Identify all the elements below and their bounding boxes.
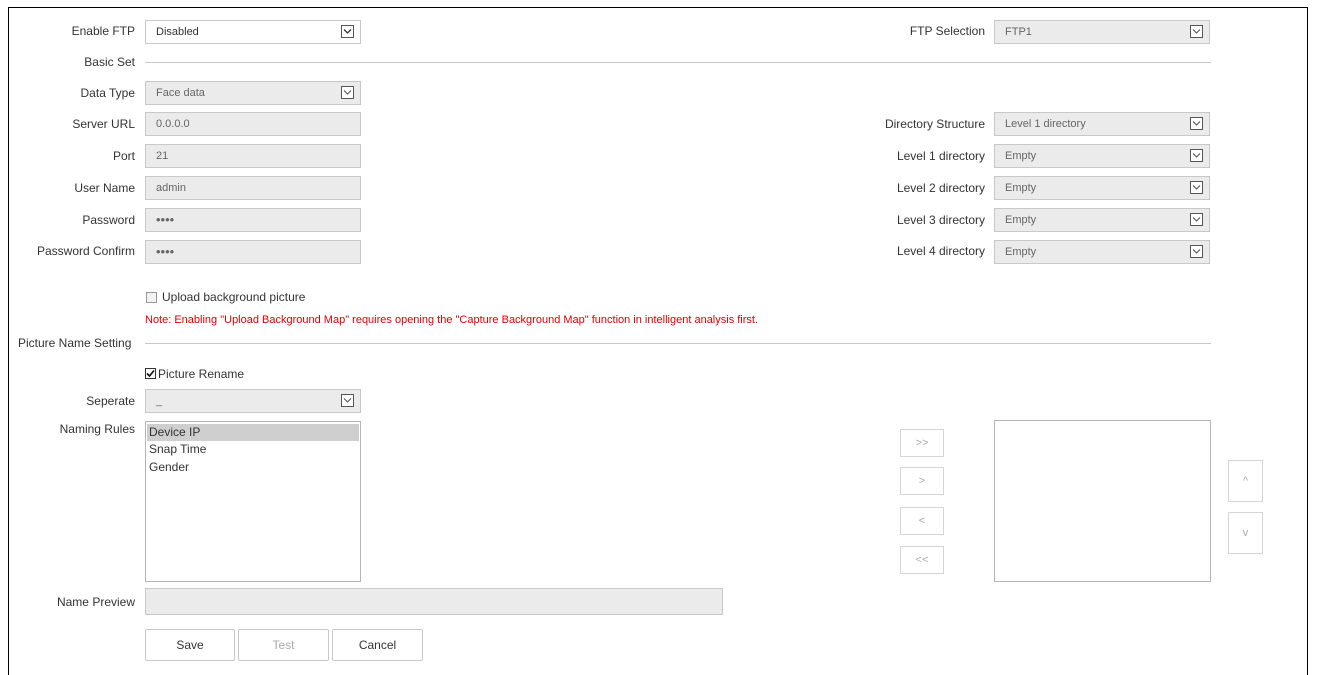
level4-directory-select[interactable]: Empty [994, 240, 1210, 264]
level2-directory-label: Level 2 directory [896, 181, 985, 195]
basic-set-divider [145, 62, 1211, 63]
data-type-value: Face data [156, 87, 205, 99]
name-preview-field [145, 588, 723, 615]
chevron-down-icon [341, 25, 354, 38]
naming-rule-item[interactable]: Device IP [147, 424, 359, 441]
naming-rules-label: Naming Rules [59, 422, 135, 436]
level1-directory-select[interactable]: Empty [994, 144, 1210, 168]
background-map-note: Note: Enabling "Upload Background Map" r… [145, 314, 759, 326]
server-url-label: Server URL [72, 117, 135, 131]
level4-directory-label: Level 4 directory [896, 244, 985, 258]
picture-name-divider [145, 343, 1211, 344]
picture-name-setting-title: Picture Name Setting [18, 336, 132, 350]
move-down-button[interactable]: v [1228, 512, 1263, 554]
upload-background-label: Upload background picture [162, 290, 306, 304]
port-label: Port [112, 149, 135, 163]
cancel-button[interactable]: Cancel [332, 629, 423, 661]
user-name-value: admin [156, 182, 186, 194]
password-confirm-value: •••• [156, 244, 175, 259]
server-url-value: 0.0.0.0 [156, 118, 190, 130]
chevron-down-icon [1190, 213, 1203, 226]
user-name-label: User Name [74, 181, 135, 195]
server-url-input[interactable]: 0.0.0.0 [145, 112, 361, 136]
level3-directory-value: Empty [1005, 214, 1037, 226]
move-up-button[interactable]: ^ [1228, 460, 1263, 502]
level1-directory-value: Empty [1005, 150, 1037, 162]
level2-directory-value: Empty [1005, 182, 1037, 194]
password-label: Password [82, 213, 135, 227]
remove-button[interactable]: < [900, 507, 944, 535]
port-value: 21 [156, 150, 169, 162]
picture-rename-checkbox[interactable] [145, 368, 156, 379]
chevron-down-icon [1190, 245, 1203, 258]
chevron-down-icon [1190, 25, 1203, 38]
password-confirm-input[interactable]: •••• [145, 240, 361, 264]
naming-rules-list[interactable]: Device IP Snap Time Gender [145, 421, 361, 582]
selected-rules-list[interactable] [994, 420, 1211, 582]
check-icon [146, 369, 155, 378]
enable-ftp-select[interactable]: Disabled [145, 20, 361, 44]
password-value: •••• [156, 212, 175, 227]
password-confirm-label: Password Confirm [36, 244, 135, 258]
user-name-input[interactable]: admin [145, 176, 361, 200]
basic-set-title: Basic Set [84, 55, 135, 69]
directory-structure-label: Directory Structure [884, 117, 985, 131]
add-all-button[interactable]: >> [900, 429, 944, 457]
data-type-label: Data Type [80, 86, 135, 100]
test-button[interactable]: Test [238, 629, 329, 661]
ftp-selection-value: FTP1 [1005, 26, 1032, 38]
chevron-down-icon [1190, 117, 1203, 130]
password-input[interactable]: •••• [145, 208, 361, 232]
level1-directory-label: Level 1 directory [896, 149, 985, 163]
chevron-down-icon [1190, 181, 1203, 194]
port-input[interactable]: 21 [145, 144, 361, 168]
enable-ftp-value: Disabled [156, 26, 199, 38]
data-type-select[interactable]: Face data [145, 81, 361, 105]
level4-directory-value: Empty [1005, 246, 1037, 258]
ftp-selection-label: FTP Selection [909, 24, 985, 38]
chevron-down-icon [1190, 149, 1203, 162]
separate-label: Seperate [86, 394, 135, 408]
remove-all-button[interactable]: << [900, 546, 944, 574]
directory-structure-value: Level 1 directory [1005, 118, 1086, 130]
level3-directory-label: Level 3 directory [896, 213, 985, 227]
naming-rule-item[interactable]: Snap Time [147, 441, 359, 458]
upload-background-checkbox[interactable] [146, 292, 157, 303]
naming-rule-item[interactable]: Gender [147, 459, 359, 476]
add-button[interactable]: > [900, 467, 944, 495]
level3-directory-select[interactable]: Empty [994, 208, 1210, 232]
chevron-down-icon [341, 86, 354, 99]
enable-ftp-label: Enable FTP [71, 24, 135, 38]
picture-rename-label: Picture Rename [158, 367, 245, 381]
ftp-selection-select[interactable]: FTP1 [994, 20, 1210, 44]
directory-structure-select[interactable]: Level 1 directory [994, 112, 1210, 136]
separate-value: _ [156, 395, 163, 407]
chevron-down-icon [341, 394, 354, 407]
separate-select[interactable]: _ [145, 389, 361, 413]
name-preview-label: Name Preview [56, 595, 135, 609]
level2-directory-select[interactable]: Empty [994, 176, 1210, 200]
save-button[interactable]: Save [145, 629, 235, 661]
